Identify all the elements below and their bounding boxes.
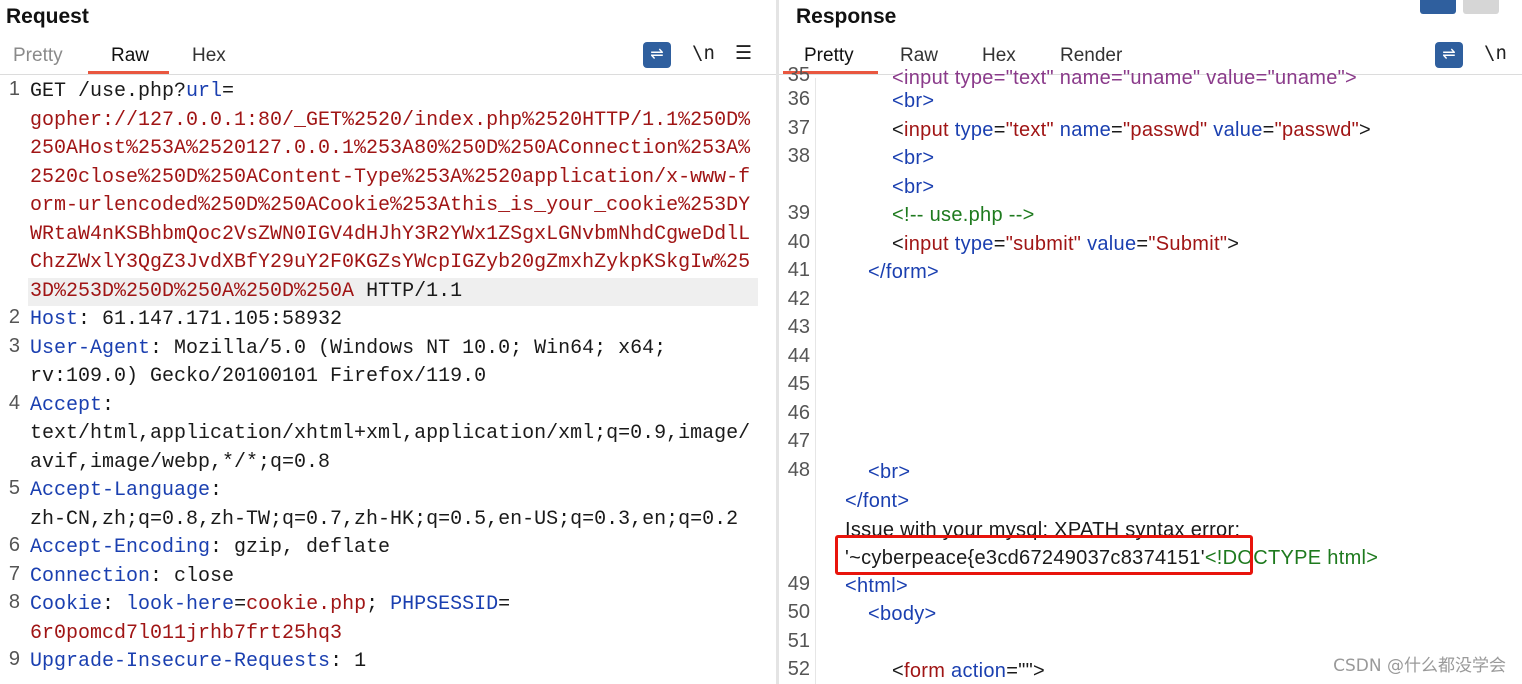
line-number: 3 bbox=[8, 335, 20, 357]
line-number: 2 bbox=[8, 306, 20, 328]
wrap-lines-icon[interactable]: ⇌ bbox=[643, 42, 671, 68]
response-line: <html> bbox=[845, 575, 908, 597]
header-connection: Connection: close bbox=[30, 565, 235, 588]
line-number: 9 bbox=[8, 648, 20, 670]
url-param-value: ChzZWxlY3QgZ3JvdXBfY29uY2F0KGZsYWcpIGZyb… bbox=[30, 251, 751, 274]
header-upgrade-insecure-requests: Upgrade-Insecure-Requests: 1 bbox=[30, 650, 367, 673]
response-line: <input type="submit" value="Submit"> bbox=[892, 233, 1240, 255]
line-number: 6 bbox=[8, 534, 20, 556]
header-accept: Accept: bbox=[30, 394, 115, 417]
line-number: 8 bbox=[8, 591, 20, 613]
layout-split-icon[interactable] bbox=[1420, 0, 1456, 14]
hamburger-menu-icon[interactable]: ☰ bbox=[735, 42, 752, 64]
line-number: 35 bbox=[787, 64, 810, 86]
response-editor[interactable]: 35 <input type="text" name="uname" value… bbox=[779, 64, 1522, 684]
line-gutter bbox=[815, 78, 816, 684]
url-param-value: gopher://127.0.0.1:80/_GET%2520/index.ph… bbox=[30, 109, 751, 132]
response-line: </font> bbox=[845, 490, 910, 512]
header-cookie: Cookie: look-here=cookie.php; PHPSESSID= bbox=[30, 593, 511, 616]
line-number: 51 bbox=[787, 630, 810, 652]
header-accept-encoding: Accept-Encoding: gzip, deflate bbox=[30, 536, 391, 559]
header-cookie-value: 6r0pomcd7l011jrhb7frt25hq3 bbox=[30, 622, 343, 645]
flag-highlight-box bbox=[835, 535, 1253, 575]
header-accept-value: text/html,application/xhtml+xml,applicat… bbox=[30, 422, 751, 445]
url-param-value: WRtaW4nKSBhbmQoc2VsZWN0IGV4dHJhY3R2YWx1Z… bbox=[30, 223, 751, 246]
line-number: 37 bbox=[787, 117, 810, 139]
response-title: Response bbox=[796, 5, 897, 28]
header-accept-language: Accept-Language: bbox=[30, 479, 223, 502]
header-accept-language-value: zh-CN,zh;q=0.8,zh-TW;q=0.7,zh-HK;q=0.5,e… bbox=[30, 508, 739, 531]
newline-toggle[interactable]: \n bbox=[692, 42, 715, 64]
request-tabbar-divider bbox=[0, 74, 776, 75]
request-tab-hex[interactable]: Hex bbox=[192, 45, 226, 67]
response-line: <br> bbox=[868, 461, 911, 483]
watermark: CSDN @什么都没学会 bbox=[1333, 656, 1506, 676]
response-line: <form action=""> bbox=[892, 660, 1045, 682]
url-param-value: 250AHost%253A%2520127.0.0.1%253A80%250D%… bbox=[30, 137, 751, 160]
line-number: 47 bbox=[787, 430, 810, 452]
layout-minimize-icon[interactable] bbox=[1463, 0, 1499, 14]
line-number: 43 bbox=[787, 316, 810, 338]
url-param-value: orm-urlencoded%250D%250ACookie%253Athis_… bbox=[30, 194, 751, 217]
request-editor[interactable]: 1 GET /use.php?url= gopher://127.0.0.1:8… bbox=[0, 78, 776, 684]
line-number: 50 bbox=[787, 601, 810, 623]
line-number: 39 bbox=[787, 202, 810, 224]
response-pane: Response Pretty Raw Hex Render ⇌ \n 35 <… bbox=[779, 0, 1522, 684]
header-accept-value: avif,image/webp,*/*;q=0.8 bbox=[30, 451, 331, 474]
line-number: 4 bbox=[8, 392, 20, 414]
response-line: <input type="text" name="passwd" value="… bbox=[892, 119, 1372, 141]
line-number: 52 bbox=[787, 658, 810, 680]
line-number: 49 bbox=[787, 573, 810, 595]
response-comment: <!-- use.php --> bbox=[892, 204, 1035, 226]
line-number: 48 bbox=[787, 459, 810, 481]
url-param-value: 2520close%250D%250AContent-Type%253A%252… bbox=[30, 166, 751, 189]
line-number: 41 bbox=[787, 259, 810, 281]
line-number: 7 bbox=[8, 563, 20, 585]
response-line: <br> bbox=[892, 90, 935, 112]
line-number: 42 bbox=[787, 288, 810, 310]
wrap-lines-icon[interactable]: ⇌ bbox=[1435, 42, 1463, 68]
header-host: Host: 61.147.171.105:58932 bbox=[30, 308, 343, 331]
line-number: 38 bbox=[787, 145, 810, 167]
response-line: </form> bbox=[868, 261, 940, 283]
line-number: 40 bbox=[787, 231, 810, 253]
newline-toggle[interactable]: \n bbox=[1484, 42, 1507, 64]
request-title: Request bbox=[6, 5, 89, 28]
line-number: 45 bbox=[787, 373, 810, 395]
url-param-value: 3D%253D%250D%250A%250D%250A HTTP/1.1 bbox=[30, 280, 463, 303]
line-number: 36 bbox=[787, 88, 810, 110]
request-tab-raw[interactable]: Raw bbox=[111, 45, 149, 67]
response-tab-pretty[interactable]: Pretty bbox=[804, 45, 854, 67]
line-number: 1 bbox=[8, 78, 20, 100]
response-line: <input type="text" name="uname" value="u… bbox=[892, 67, 1358, 89]
response-line: <body> bbox=[868, 603, 937, 625]
request-pane: Request Pretty Raw Hex ⇌ \n ☰ 1 GET /use… bbox=[0, 0, 776, 684]
line-number: 46 bbox=[787, 402, 810, 424]
header-user-agent: User-Agent: Mozilla/5.0 (Windows NT 10.0… bbox=[30, 337, 667, 360]
header-user-agent-cont: rv:109.0) Gecko/20100101 Firefox/119.0 bbox=[30, 365, 487, 388]
request-tab-pretty[interactable]: Pretty bbox=[13, 45, 63, 67]
line-number: 5 bbox=[8, 477, 20, 499]
response-line: <br> bbox=[892, 147, 935, 169]
line-number: 44 bbox=[787, 345, 810, 367]
request-line: GET /use.php?url= bbox=[30, 80, 235, 103]
response-line: <br> bbox=[892, 176, 935, 198]
